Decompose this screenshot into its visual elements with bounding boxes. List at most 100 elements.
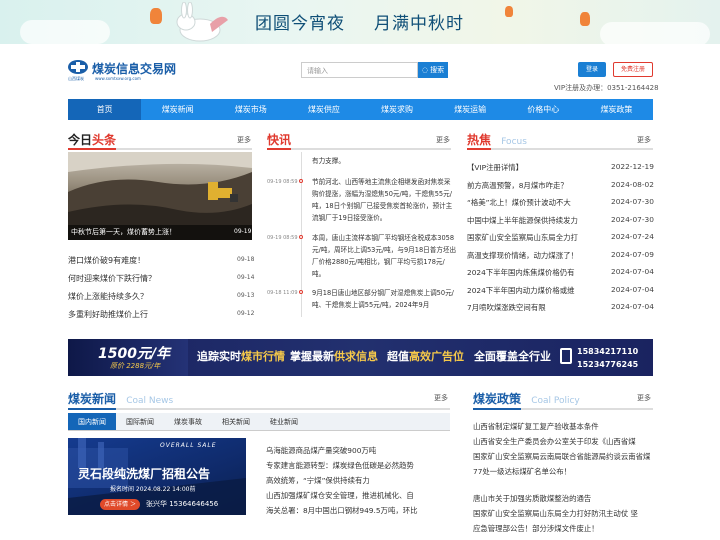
site-logo-text[interactable]: 煤炭信息交易网 [92, 60, 176, 77]
policy-item[interactable]: 山西省安全生产委员会办公室关于印发《山西省煤 [473, 436, 636, 447]
list-item[interactable]: 高温支撑现价情绪，动力煤涨了！ [467, 250, 578, 261]
news-item[interactable]: 山西加强煤矿煤仓安全管理，推进机械化、自 [266, 490, 414, 501]
list-item-date: 2024-07-04 [611, 302, 654, 311]
focus-more-link[interactable]: 更多 [637, 135, 651, 145]
list-item[interactable]: 多重利好助推煤价上行 [68, 309, 148, 320]
ad-overall-sale: OVERALL SALE [160, 442, 217, 449]
list-item[interactable]: 国家矿山安全监察局山东局全力打 [467, 232, 578, 243]
nav-home[interactable]: 首页 [68, 99, 142, 120]
news-item[interactable]: 专家建言能源转型：煤炭绿色低碳是必然趋势 [266, 460, 414, 471]
policy-item[interactable]: 应急管理部公告！部分涉煤文件废止！ [473, 523, 599, 534]
nav-coal-purchase[interactable]: 煤炭求购 [361, 99, 434, 120]
phone-icon [560, 348, 572, 364]
list-item-date: 2024-07-30 [611, 215, 654, 224]
search-input[interactable]: 请输入 [301, 62, 418, 78]
ad-rental-title: 灵石段纯洗煤厂招租公告 [78, 467, 211, 481]
today-underline [68, 148, 252, 150]
news-more-link[interactable]: 更多 [434, 393, 448, 403]
list-item[interactable]: 【VIP注册详情】 [467, 162, 523, 173]
ad-slogan: 追踪实时煤市行情 [197, 350, 285, 363]
news-item[interactable]: 高效统筹，“宁煤”保供持续有力 [266, 475, 370, 486]
flash-title: 快讯 [267, 133, 292, 147]
list-item-date: 09-13 [237, 292, 255, 299]
nav-coal-policy[interactable]: 煤炭政策 [580, 99, 653, 120]
nav-coal-news[interactable]: 煤炭新闻 [141, 99, 214, 120]
news-item[interactable]: 海关总署：8月中国出口钢材949.5万吨，环比 [266, 505, 418, 516]
list-item[interactable]: 煤价上涨能持续多久？ [68, 291, 148, 302]
list-item-date: 2024-07-04 [611, 267, 654, 276]
ad-phone: 15834217110 [577, 347, 639, 356]
headline-photo-date: 09-19 [234, 228, 252, 235]
policy-more-link[interactable]: 更多 [637, 393, 651, 403]
register-button[interactable]: 免费注册 [613, 62, 653, 77]
list-item-date: 09-12 [237, 310, 255, 317]
list-item-date: 2022-12-19 [611, 162, 654, 171]
flash-text[interactable]: 节前河北、山西等地主流焦企相继发函对焦炭采购价提涨，涨幅为湿熄焦50元/吨，干熄… [312, 176, 457, 224]
nav-coal-transport[interactable]: 煤炭运输 [434, 99, 507, 120]
policy-item[interactable]: 77处一级达标煤矿名单公布！ [473, 466, 571, 477]
top-banner[interactable]: 团圆今宵夜 月满中秋时 [0, 0, 720, 44]
tab-related-news[interactable]: 相关新闻 [212, 413, 260, 430]
list-item[interactable]: 中国中煤上半年能源保供持续发力 [467, 215, 578, 226]
timeline-dot [299, 179, 303, 183]
list-item[interactable]: 7月喷吹煤涨跌空间有限 [467, 302, 546, 313]
vip-hotline: VIP注册及办理：0351-2164428 [554, 84, 659, 92]
policy-item[interactable]: 国家矿山安全监察局山东局全力打好防汛主动仗 坚 [473, 508, 638, 519]
flash-time: 09-19 08:59 [267, 179, 298, 185]
search-button[interactable]: ◌ 搜索 [418, 62, 448, 78]
logo-subtitle: 山西煤炭 [68, 76, 84, 81]
focus-underline [467, 148, 653, 150]
tab-domestic-news[interactable]: 国内新闻 [68, 413, 116, 430]
list-item-date: 2024-07-09 [611, 250, 654, 259]
flash-text[interactable]: 9月18日唐山地区部分钢厂对湿熄焦炭上调50元/吨、干熄焦炭上调55元/吨，20… [312, 287, 457, 311]
today-more-link[interactable]: 更多 [237, 135, 251, 145]
tab-coal-accidents[interactable]: 煤炭事故 [164, 413, 212, 430]
tab-international-news[interactable]: 国际新闻 [116, 413, 164, 430]
list-item[interactable]: 港口煤价破9有难度！ [68, 255, 145, 266]
nav-coal-market[interactable]: 煤炭市场 [214, 99, 287, 120]
policy-item[interactable]: 山西省制定煤矿复工复产验收基本条件 [473, 421, 599, 432]
news-tabs: 国内新闻 国际新闻 煤炭事故 相关新闻 硅业新闻 [68, 413, 450, 431]
list-item[interactable]: 2024下半年国内动力煤价格或维 [467, 285, 575, 296]
timeline-dot [299, 235, 303, 239]
banner-title-right: 月满中秋时 [374, 14, 464, 34]
tab-silicon-news[interactable]: 硅业新闻 [260, 413, 308, 430]
ad-rental-date: 报名时间 2024.08.22 14:00前 [110, 486, 196, 493]
list-item-date: 2024-08-02 [611, 180, 654, 189]
ad-original-price: 原价 2288元/年 [110, 362, 161, 370]
flash-more-link[interactable]: 更多 [436, 135, 450, 145]
list-item[interactable]: “格美”北上！煤价预计波动不大 [467, 197, 571, 208]
lantern-icon [580, 12, 590, 26]
news-underline [68, 408, 450, 410]
flash-underline [267, 148, 451, 150]
policy-item[interactable]: 唐山市关于加强劣质散煤整治的通告 [473, 493, 591, 504]
flash-text[interactable]: 本周，唐山主流样本钢厂平均钢坯含税成本3058元/吨，周环比上调53元/吨，与9… [312, 232, 457, 280]
list-item-date: 2024-07-04 [611, 285, 654, 294]
ad-slogan: 全面覆盖全行业 [474, 350, 551, 363]
list-item[interactable]: 何时迎来煤价下跌行情？ [68, 273, 156, 284]
list-item[interactable]: 前方高温预警，8月煤市咋走？ [467, 180, 568, 191]
flash-time: 09-19 08:59 [267, 235, 298, 241]
headline-photo-caption[interactable]: 中秋节后第一天，煤价蓄势上涨！ [68, 225, 252, 240]
ad-slogan: 掌握最新供求信息 [290, 350, 378, 363]
logo-icon[interactable] [68, 60, 88, 74]
policy-item[interactable]: 国家矿山安全监察局云南局联合省能源局约谈云南省煤 [473, 451, 650, 462]
flash-text[interactable]: 有力支撑。 [312, 155, 457, 167]
ad-details-button[interactable]: 点击详情 ＞ [100, 499, 140, 510]
nav-coal-supply[interactable]: 煤炭供应 [287, 99, 360, 120]
login-button[interactable]: 登录 [578, 62, 606, 77]
main-nav: 首页 煤炭新闻 煤炭市场 煤炭供应 煤炭求购 煤炭运输 价格中心 煤炭政策 [68, 99, 653, 120]
policy-underline [473, 408, 653, 410]
coal-news-title: 煤炭新闻 Coal News [68, 392, 174, 406]
cloud-decoration [20, 20, 110, 44]
timeline-dot [299, 290, 303, 294]
nav-price-center[interactable]: 价格中心 [507, 99, 580, 120]
focus-title: 热焦 Focus [467, 133, 527, 147]
flash-time: 09-18 11:09 [267, 290, 298, 296]
cloud-decoration [600, 22, 710, 44]
ad-contact: 张兴华 15364646456 [146, 500, 219, 508]
list-item-date: 2024-07-30 [611, 197, 654, 206]
list-item[interactable]: 2024下半年国内炼焦煤价格仍有 [467, 267, 575, 278]
ad-phone: 15234776245 [577, 360, 639, 369]
news-item[interactable]: 乌海能源商品煤产量突破900万吨 [266, 445, 376, 456]
